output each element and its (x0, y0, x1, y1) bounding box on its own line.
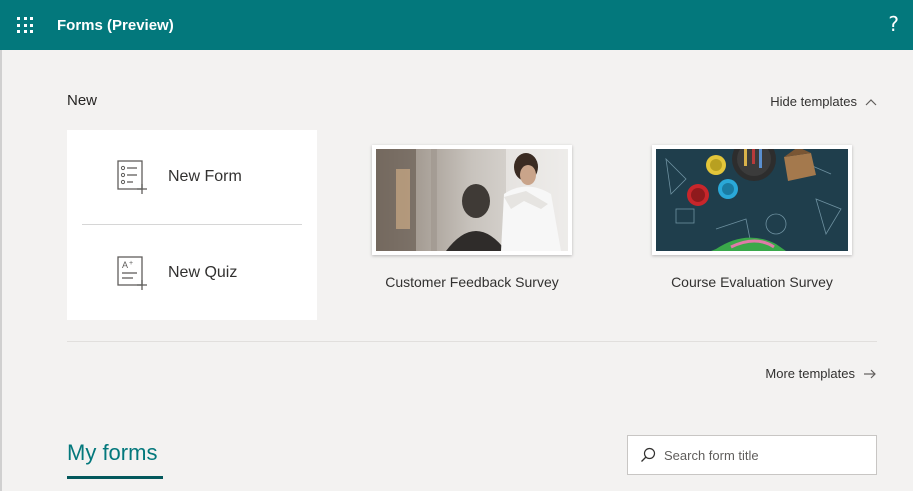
template-course-evaluation-survey[interactable]: Course Evaluation Survey (652, 145, 852, 290)
my-forms-tab[interactable]: My forms (67, 440, 157, 466)
app-title[interactable]: Forms (Preview) (57, 17, 174, 34)
new-quiz-button[interactable]: A + New Quiz (67, 226, 317, 320)
search-input[interactable] (664, 447, 864, 463)
arrow-right-icon (864, 369, 876, 378)
chevron-up-icon (865, 98, 877, 105)
new-quiz-icon: A + (117, 256, 147, 290)
help-icon[interactable]: ? (888, 12, 899, 36)
template-customer-feedback-survey[interactable]: Customer Feedback Survey (372, 145, 572, 290)
new-card-divider (82, 224, 302, 225)
svg-text:+: + (129, 260, 133, 267)
new-quiz-label: New Quiz (168, 264, 238, 281)
search-icon (641, 447, 656, 462)
new-section-label: New (67, 92, 98, 109)
template-thumbnail (652, 145, 852, 255)
chalkboard-art-supplies-photo (656, 149, 848, 251)
new-form-label: New Form (168, 168, 242, 185)
more-templates-link[interactable]: More templates (765, 366, 877, 381)
search-box (627, 435, 877, 475)
hide-templates-button[interactable]: Hide templates (770, 94, 877, 109)
new-form-card: New Form A + New Quiz (67, 130, 317, 320)
svg-text:A: A (122, 260, 128, 270)
template-thumbnail (372, 145, 572, 255)
section-divider (67, 341, 877, 342)
new-form-button[interactable]: New Form (67, 130, 317, 224)
template-label: Course Evaluation Survey (671, 274, 833, 290)
my-forms-tab-underline (67, 476, 163, 479)
more-templates-label: More templates (765, 366, 855, 381)
hide-templates-label: Hide templates (770, 94, 857, 109)
left-edge-divider (0, 50, 2, 491)
template-label: Customer Feedback Survey (385, 274, 559, 290)
waffle-icon (17, 17, 33, 33)
app-launcher-button[interactable] (0, 0, 50, 50)
app-header: Forms (Preview) ? (0, 0, 913, 50)
office-meeting-photo (376, 149, 568, 251)
new-form-icon (117, 160, 147, 194)
